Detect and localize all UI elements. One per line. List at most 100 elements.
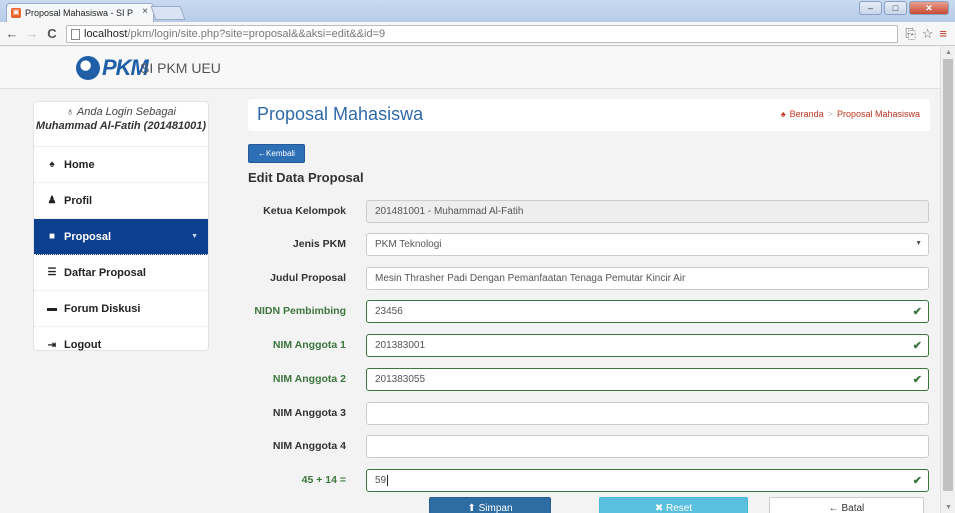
browser-tabstrip: ▣ Proposal Mahasiswa - SI P × – □ ✕ xyxy=(0,0,955,22)
label-ketua-kelompok: Ketua Kelompok xyxy=(263,205,346,217)
pkm-logo[interactable]: PKM xyxy=(76,55,149,81)
breadcrumb-current: Proposal Mahasiswa xyxy=(836,109,920,119)
menu-icon[interactable]: ≡ xyxy=(939,26,947,42)
captcha-value: 59 xyxy=(375,475,387,486)
brand-name[interactable]: SI PKM UEU xyxy=(140,60,221,76)
page-viewport: PKM SI PKM UEU ♁ Anda Login Sebagai Muha… xyxy=(0,47,940,513)
home-icon: ♠ xyxy=(49,159,55,170)
window-close-button[interactable]: ✕ xyxy=(909,1,949,15)
login-user: Muhammad Al-Fatih (201481001) xyxy=(35,120,207,132)
sidebar-item-forum-diskusi[interactable]: ▬ Forum Diskusi xyxy=(34,291,208,327)
chevron-down-icon: ▼ xyxy=(915,240,922,247)
sidebar-item-logout[interactable]: ⇥ Logout xyxy=(34,327,208,363)
user-icon: ♟ xyxy=(47,195,57,206)
sidebar-item-daftar-proposal[interactable]: ☰ Daftar Proposal xyxy=(34,255,208,291)
breadcrumb-home[interactable]: Beranda xyxy=(790,109,824,119)
login-info: ♁ Anda Login Sebagai Muhammad Al-Fatih (… xyxy=(34,102,208,147)
judul-proposal-input[interactable]: Mesin Thrasher Padi Dengan Pemanfaatan T… xyxy=(366,267,929,290)
back-icon[interactable]: ← xyxy=(4,26,20,41)
maximize-button[interactable]: □ xyxy=(884,1,907,15)
tab-title: Proposal Mahasiswa - SI P xyxy=(25,8,134,18)
sidebar-item-home[interactable]: ♠ Home xyxy=(34,147,208,183)
window-controls: – □ ✕ xyxy=(859,1,949,15)
reset-button[interactable]: ✖ Reset xyxy=(599,497,748,513)
check-icon: ✔ xyxy=(912,374,922,386)
page-icon xyxy=(71,28,80,40)
back-button-label: Kembali xyxy=(266,149,295,158)
nim-anggota-3-input[interactable] xyxy=(366,402,929,425)
tab-close-icon[interactable]: × xyxy=(142,6,148,17)
jenis-pkm-value: PKM Teknologi xyxy=(375,239,442,250)
nim-anggota-2-value: 201383055 xyxy=(375,374,426,385)
back-button[interactable]: ← Kembali xyxy=(248,144,305,163)
user-icon: ♁ xyxy=(66,106,77,118)
comment-icon: ▬ xyxy=(47,303,57,314)
browser-tab[interactable]: ▣ Proposal Mahasiswa - SI P × xyxy=(6,3,154,22)
breadcrumb-separator: > xyxy=(827,109,833,119)
ketua-kelompok-value: 201481001 - Muhammad Al-Fatih xyxy=(375,206,524,217)
text-cursor xyxy=(387,475,389,486)
judul-proposal-value: Mesin Thrasher Padi Dengan Pemanfaatan T… xyxy=(375,273,686,284)
translate-icon[interactable]: ⎘ xyxy=(905,26,915,42)
scroll-up-icon[interactable]: ▲ xyxy=(945,49,952,56)
logout-icon: ⇥ xyxy=(47,339,57,351)
forward-icon[interactable]: → xyxy=(24,26,40,41)
nim-anggota-4-input[interactable] xyxy=(366,435,929,458)
page-header: Proposal Mahasiswa ♠ Beranda > Proposal … xyxy=(248,99,930,131)
captcha-input[interactable]: 59 ✔ xyxy=(366,469,929,492)
book-icon: ■ xyxy=(48,231,56,242)
sidebar-item-label: Home xyxy=(64,158,95,171)
label-nidn-pembimbing: NIDN Pembimbing xyxy=(254,305,346,317)
page-scrollbar[interactable]: ▲ ▼ xyxy=(940,47,955,513)
scrollbar-thumb[interactable] xyxy=(943,59,953,491)
reload-icon[interactable]: C xyxy=(44,26,60,41)
breadcrumb: ♠ Beranda > Proposal Mahasiswa xyxy=(781,109,920,119)
label-nim-anggota-1: NIM Anggota 1 xyxy=(272,339,346,351)
login-label: Anda Login Sebagai xyxy=(76,106,176,118)
label-captcha: 45 + 14 = xyxy=(301,474,346,486)
page-title: Proposal Mahasiswa xyxy=(257,104,424,124)
ketua-kelompok-field: 201481001 - Muhammad Al-Fatih xyxy=(366,200,929,223)
nim-anggota-1-input[interactable]: 201383001 ✔ xyxy=(366,334,929,357)
sidebar-item-label: Logout xyxy=(64,339,102,351)
save-button[interactable]: ⬆ Simpan xyxy=(429,497,551,513)
favicon-icon: ▣ xyxy=(11,8,21,18)
arrow-left-icon: ← xyxy=(258,149,267,158)
minimize-button[interactable]: – xyxy=(859,1,882,15)
home-icon: ♠ xyxy=(780,109,786,119)
jenis-pkm-select[interactable]: PKM Teknologi ▼ xyxy=(366,233,929,256)
nim-anggota-2-input[interactable]: 201383055 ✔ xyxy=(366,368,929,391)
cancel-button[interactable]: ← Batal xyxy=(769,497,924,513)
sidebar-item-label: Profil xyxy=(64,194,93,207)
reset-button-label: Reset xyxy=(666,502,693,513)
scroll-down-icon[interactable]: ▼ xyxy=(945,504,952,511)
logo-icon xyxy=(76,56,100,80)
sidebar-item-label: Daftar Proposal xyxy=(64,266,146,279)
cancel-button-label: Batal xyxy=(841,502,865,513)
url-input[interactable]: localhost/pkm/login/site.php?site=propos… xyxy=(66,25,898,43)
star-icon[interactable]: ☆ xyxy=(922,26,934,42)
url-host: localhost xyxy=(84,28,128,40)
label-nim-anggota-3: NIM Anggota 3 xyxy=(272,407,346,419)
form-title: Edit Data Proposal xyxy=(248,170,364,185)
sidebar-item-label: Forum Diskusi xyxy=(64,302,141,315)
sidebar-item-proposal[interactable]: ■ Proposal ▼ xyxy=(34,219,208,255)
label-nim-anggota-4: NIM Anggota 4 xyxy=(272,440,346,452)
chevron-down-icon: ▼ xyxy=(191,233,198,240)
save-button-label: Simpan xyxy=(478,502,513,513)
new-tab-button[interactable] xyxy=(150,6,186,20)
check-icon: ✔ xyxy=(912,340,922,352)
arrow-left-icon: ← xyxy=(828,502,842,513)
nidn-pembimbing-input[interactable]: 23456 ✔ xyxy=(366,300,929,323)
url-path: /pkm/login/site.php?site=proposal&&aksi=… xyxy=(127,28,386,40)
nim-anggota-1-value: 201383001 xyxy=(375,340,426,351)
upload-icon: ⬆ xyxy=(467,502,479,513)
top-navbar: PKM SI PKM UEU xyxy=(0,47,940,89)
label-jenis-pkm: Jenis PKM xyxy=(292,238,346,250)
sidebar-item-profil[interactable]: ♟ Profil xyxy=(34,183,208,219)
check-icon: ✔ xyxy=(912,306,922,318)
close-icon: ✖ xyxy=(654,502,667,513)
sidebar-item-label: Proposal xyxy=(64,230,112,243)
address-bar: ← → C localhost/pkm/login/site.php?site=… xyxy=(0,22,955,46)
list-icon: ☰ xyxy=(47,267,57,278)
